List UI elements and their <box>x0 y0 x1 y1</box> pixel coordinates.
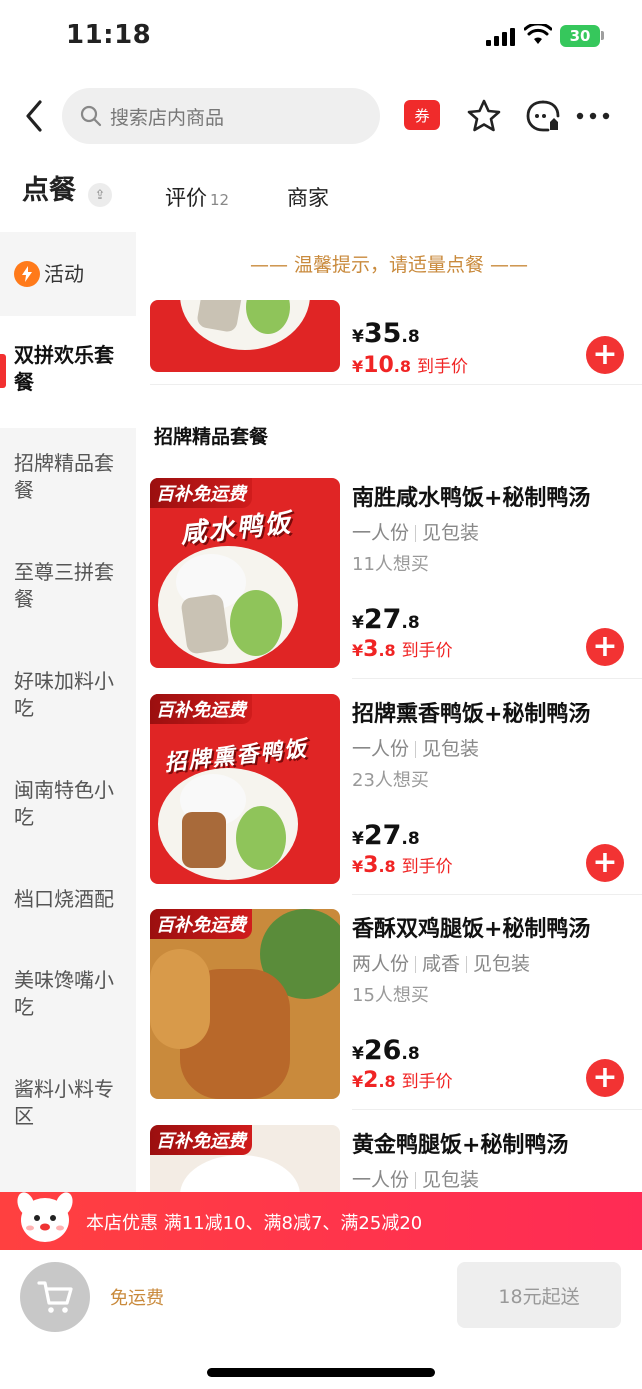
sidebar-item-label: 美味馋嘴小吃 <box>14 968 114 1019</box>
dish-image: 招牌熏香鸭饭 百补免运费 <box>150 694 340 884</box>
back-icon[interactable] <box>18 96 50 136</box>
dish-price: ¥27.8 <box>352 820 420 851</box>
lightning-icon <box>14 261 40 287</box>
add-to-cart-button[interactable]: + <box>586 628 624 666</box>
dish-tags: 一人份 见包装 <box>352 738 480 760</box>
sidebar-item-label: 活动 <box>44 261 84 286</box>
tab-reviews[interactable]: 评价 12 <box>165 182 229 212</box>
sidebar-item-label: 酱料小料专区 <box>14 1077 114 1128</box>
dish-tags: 两人份 咸香 见包装 <box>352 953 531 975</box>
sidebar-item-minnan[interactable]: 闽南特色小吃 <box>0 777 136 831</box>
dish-name: 招牌熏香鸭饭+秘制鸭汤 <box>352 702 591 727</box>
promo-badge: 百补免运费 <box>150 909 252 939</box>
dish-tags: 一人份 见包装 <box>352 1169 480 1191</box>
divider <box>352 678 642 679</box>
dish-image <box>150 300 340 372</box>
sidebar-item-label: 闽南特色小吃 <box>14 778 114 829</box>
tab-reviews-label: 评价 <box>165 186 207 210</box>
dish-name: 黄金鸭腿饭+秘制鸭汤 <box>352 1133 569 1158</box>
promo-badge: 百补免运费 <box>150 478 252 508</box>
dish-want-count: 23人想买 <box>352 770 429 791</box>
dish-price: ¥27.8 <box>352 604 420 635</box>
store-discount-banner[interactable]: 本店优惠 满11减10、满8减7、满25减20 <box>0 1192 642 1250</box>
add-to-cart-button[interactable]: + <box>586 1059 624 1097</box>
more-icon[interactable] <box>574 98 612 134</box>
signal-icon <box>486 28 516 46</box>
dish-final-price: ¥2.8 到手价 <box>352 1068 453 1093</box>
coupon-icon[interactable]: 券 <box>404 100 440 130</box>
battery-icon: 30 <box>560 25 600 47</box>
promo-badge: 百补免运费 <box>150 1125 252 1155</box>
dish-image: 百补免运费 <box>150 909 340 1099</box>
mascot-icon <box>17 1192 73 1242</box>
cart-bar: 免运费 18元起送 <box>0 1250 642 1389</box>
checkout-button[interactable]: 18元起送 <box>457 1262 621 1328</box>
dish-tags: 一人份 见包装 <box>352 522 480 544</box>
dish-final-price: ¥3.8 到手价 <box>352 853 453 878</box>
menu-list: —— 温馨提示，请适量点餐 —— ¥35.8 ¥10.8 到手价 + 招牌精品套餐… <box>136 232 642 1192</box>
search-placeholder: 搜索店内商品 <box>110 106 225 129</box>
battery-tip <box>601 31 604 40</box>
sidebar-item-bbq[interactable]: 档口烧酒配 <box>0 886 136 913</box>
coupon-label: 券 <box>414 106 430 125</box>
dish-item[interactable]: ¥35.8 ¥10.8 到手价 + <box>136 232 642 398</box>
dish-item[interactable]: 招牌熏香鸭饭 百补免运费 招牌熏香鸭饭+秘制鸭汤 一人份 见包装 23人想买 ¥2… <box>136 694 642 910</box>
sidebar-item-treats[interactable]: 美味馋嘴小吃 <box>0 967 136 1021</box>
dish-final-price: ¥3.8 到手价 <box>352 637 453 662</box>
sidebar-item-promo[interactable]: 活动 <box>0 232 136 316</box>
sidebar-item-triple[interactable]: 至尊三拼套餐 <box>0 559 136 613</box>
star-icon[interactable] <box>466 98 502 134</box>
dish-want-count: 15人想买 <box>352 985 429 1006</box>
divider <box>352 1109 642 1110</box>
dish-want-count: 11人想买 <box>352 554 429 575</box>
divider <box>352 894 642 895</box>
battery-level: 30 <box>569 27 591 45</box>
dish-image: 百补免运费 <box>150 1125 340 1192</box>
sidebar-item-label: 双拼欢乐套餐 <box>14 343 114 394</box>
category-sidebar: 活动 双拼欢乐套餐 招牌精品套餐 至尊三拼套餐 好味加料小吃 闽南特色小吃 档口… <box>0 232 136 1192</box>
discount-text: 本店优惠 满11减10、满8减7、满25减20 <box>86 1213 423 1234</box>
tab-reviews-count: 12 <box>210 191 230 209</box>
dish-price: ¥26.8 <box>352 1035 420 1066</box>
sidebar-item-signature[interactable]: 招牌精品套餐 <box>0 450 136 504</box>
header: 搜索店内商品 券 <box>0 86 642 146</box>
tab-order[interactable]: 点餐 <box>22 168 76 213</box>
dish-item[interactable]: 咸水鸭饭 百补免运费 南胜咸水鸭饭+秘制鸭汤 一人份 见包装 11人想买 ¥27.… <box>136 478 642 694</box>
home-indicator <box>207 1368 435 1377</box>
sidebar-item-double[interactable]: 双拼欢乐套餐 <box>0 316 136 428</box>
sidebar-item-label: 档口烧酒配 <box>14 887 114 911</box>
sidebar-item-sauces[interactable]: 酱料小料专区 <box>0 1076 136 1130</box>
search-input[interactable]: 搜索店内商品 <box>62 88 380 144</box>
sidebar-item-snacks[interactable]: 好味加料小吃 <box>0 668 136 722</box>
add-to-cart-button[interactable]: + <box>586 844 624 882</box>
section-title: 招牌精品套餐 <box>154 426 269 448</box>
status-bar: 11:18 30 <box>0 0 642 72</box>
dish-price: ¥35.8 <box>352 318 420 349</box>
promo-badge: 百补免运费 <box>150 694 252 724</box>
tab-merchant[interactable]: 商家 <box>287 182 329 212</box>
dish-image: 咸水鸭饭 百补免运费 <box>150 478 340 668</box>
dish-final-price: ¥10.8 到手价 <box>352 353 468 378</box>
sidebar-item-label: 至尊三拼套餐 <box>14 560 114 611</box>
dish-name: 南胜咸水鸭饭+秘制鸭汤 <box>352 486 591 511</box>
divider <box>150 384 642 385</box>
sidebar-item-label: 好味加料小吃 <box>14 669 114 720</box>
add-to-cart-button[interactable]: + <box>586 336 624 374</box>
wifi-icon <box>524 24 552 44</box>
collapse-icon[interactable]: ⇪ <box>88 183 112 207</box>
free-shipping-label: 免运费 <box>110 1288 164 1309</box>
customer-service-icon[interactable] <box>524 98 562 134</box>
search-icon <box>80 105 102 127</box>
dish-item[interactable]: 百补免运费 黄金鸭腿饭+秘制鸭汤 一人份 见包装 <box>136 1125 642 1192</box>
dish-item[interactable]: 百补免运费 香酥双鸡腿饭+秘制鸭汤 两人份 咸香 见包装 15人想买 ¥26.8 ¥… <box>136 909 642 1125</box>
dish-name: 香酥双鸡腿饭+秘制鸭汤 <box>352 917 591 942</box>
cart-icon[interactable] <box>20 1262 90 1332</box>
status-time: 11:18 <box>66 20 152 50</box>
sidebar-item-label: 招牌精品套餐 <box>14 451 114 502</box>
